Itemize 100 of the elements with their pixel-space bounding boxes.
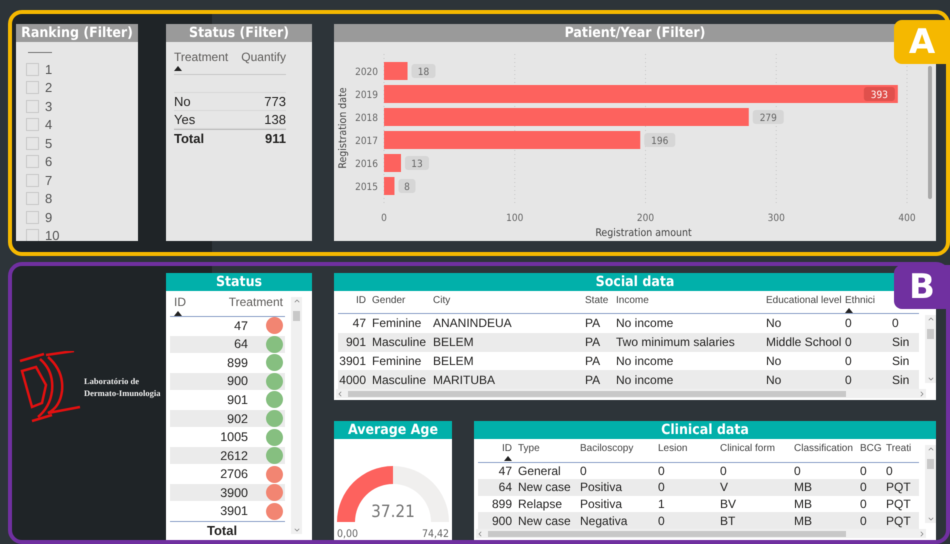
column-header[interactable]: Ethnici [845,295,876,306]
table-cell-text: PA [585,354,602,368]
scroll-thumb[interactable] [488,530,846,536]
column-header[interactable]: Baciloscopy [580,443,634,454]
table-cell: 899 [227,356,248,370]
table-cell: 902 [227,412,248,426]
column-header[interactable]: ID [356,295,366,306]
column-header[interactable]: Educational level [766,295,842,306]
bar[interactable] [384,62,408,80]
table-cell-text: V [720,480,730,494]
scroll-thumb[interactable] [927,459,934,469]
table-cell-text: No [766,316,782,330]
checkbox[interactable] [26,81,39,94]
column-header[interactable]: Gender [372,295,406,306]
scrollbar[interactable] [925,445,936,523]
checkbox-label[interactable]: 3 [45,98,52,114]
checkbox-label[interactable]: 9 [45,210,52,225]
column-header[interactable]: Clinical form [720,443,776,454]
table-cell-text: 64 [498,480,513,494]
axis-tick-label: 100 [506,213,524,224]
checkbox-label[interactable]: 2 [45,80,52,96]
chevron-down-icon[interactable] [926,375,934,383]
axis-title: Registration amount [595,227,692,239]
checkbox[interactable] [26,62,39,76]
checkbox-label[interactable]: 7 [45,172,52,188]
table-cell-text: Sin [892,372,910,387]
table-cell-text: 0 [845,354,853,368]
scrollbar[interactable] [925,315,936,383]
bar[interactable] [384,85,898,103]
chevron-right-icon[interactable] [918,390,926,398]
table-cell: 2706 [220,467,248,482]
table-cell-text: 0 [860,464,868,478]
axis-tick-label: 200 [636,213,654,224]
table-cell-text: MB [794,514,813,528]
bar[interactable] [384,177,394,195]
checkbox-label[interactable]: 1 [45,62,52,77]
chevron-up-icon[interactable] [292,297,300,305]
scrollbar[interactable] [291,297,302,534]
chevron-down-icon[interactable] [292,526,300,534]
bar[interactable] [384,154,401,172]
bar[interactable] [384,131,640,149]
chevron-left-icon[interactable] [336,390,344,398]
column-header[interactable]: Lesion [658,443,688,454]
data-label: 196 [651,136,669,147]
data-label: 8 [404,182,410,193]
checkbox-label[interactable]: 8 [45,191,52,206]
data-label: 393 [864,87,895,101]
bar[interactable] [384,108,749,126]
checkbox[interactable] [26,210,39,224]
scroll-thumb[interactable] [348,390,846,396]
checkbox[interactable] [26,100,39,113]
table-cell-text: BELEM [433,335,475,350]
column-header[interactable]: Classification [794,443,853,454]
scrollbar[interactable] [928,66,932,199]
checkbox-label[interactable]: 5 [45,136,52,151]
column-header[interactable]: City [433,295,450,306]
chevron-left-icon[interactable] [476,530,484,538]
checkbox[interactable] [26,155,39,168]
column-header[interactable]: State [585,295,608,306]
column-header[interactable]: Treatment [174,50,228,64]
axis-tick-label: 400 [898,213,916,224]
chevron-up-icon[interactable] [926,315,934,323]
column-header[interactable]: Type [518,443,540,454]
chevron-up-icon[interactable] [926,445,934,453]
column-header[interactable]: Income [616,295,649,306]
column-header[interactable]: Quantify [241,50,286,64]
section-badge: A [894,20,950,64]
table-cell-text: PQT [886,497,912,512]
column-header[interactable]: ID [502,443,512,454]
checkbox[interactable] [26,229,39,241]
checkbox-label[interactable]: 6 [45,154,52,170]
table-cell-text: 3901 [338,354,367,368]
table-cell-text: Negativa [580,514,628,528]
table-cell-text: 0 [892,316,900,330]
axis-tick-label: 2019 [355,90,378,101]
column-header[interactable]: Treati [886,443,912,454]
checkbox[interactable] [26,192,39,206]
scroll-thumb[interactable] [927,329,934,339]
table-cell-text: 0 [845,316,853,330]
gauge-min-label: 0,00 [337,528,358,540]
axis-tick-label: 300 [768,213,785,224]
checkbox[interactable] [26,136,39,150]
axis-title: Registration date [337,87,349,169]
column-header[interactable]: BCG [860,443,882,454]
table-cell-text: Sin [892,354,910,368]
table-cell-text: Masculine [372,335,428,350]
checkbox[interactable] [26,174,39,187]
checkbox[interactable] [26,118,39,132]
scrollbar[interactable] [476,529,926,538]
panel-title: Clinical data [474,421,936,439]
table-cell-text: No income [616,372,674,387]
chevron-right-icon[interactable] [918,530,926,538]
checkbox-label[interactable]: 10 [45,228,60,241]
chevron-down-icon[interactable] [926,515,934,523]
table-cell-text: Masculine [372,372,428,387]
column-header[interactable]: ID [174,295,186,309]
column-header[interactable]: Treatment [228,295,283,309]
scroll-thumb[interactable] [293,311,300,321]
checkbox-label[interactable]: 4 [45,117,52,132]
scrollbar[interactable] [336,389,926,398]
